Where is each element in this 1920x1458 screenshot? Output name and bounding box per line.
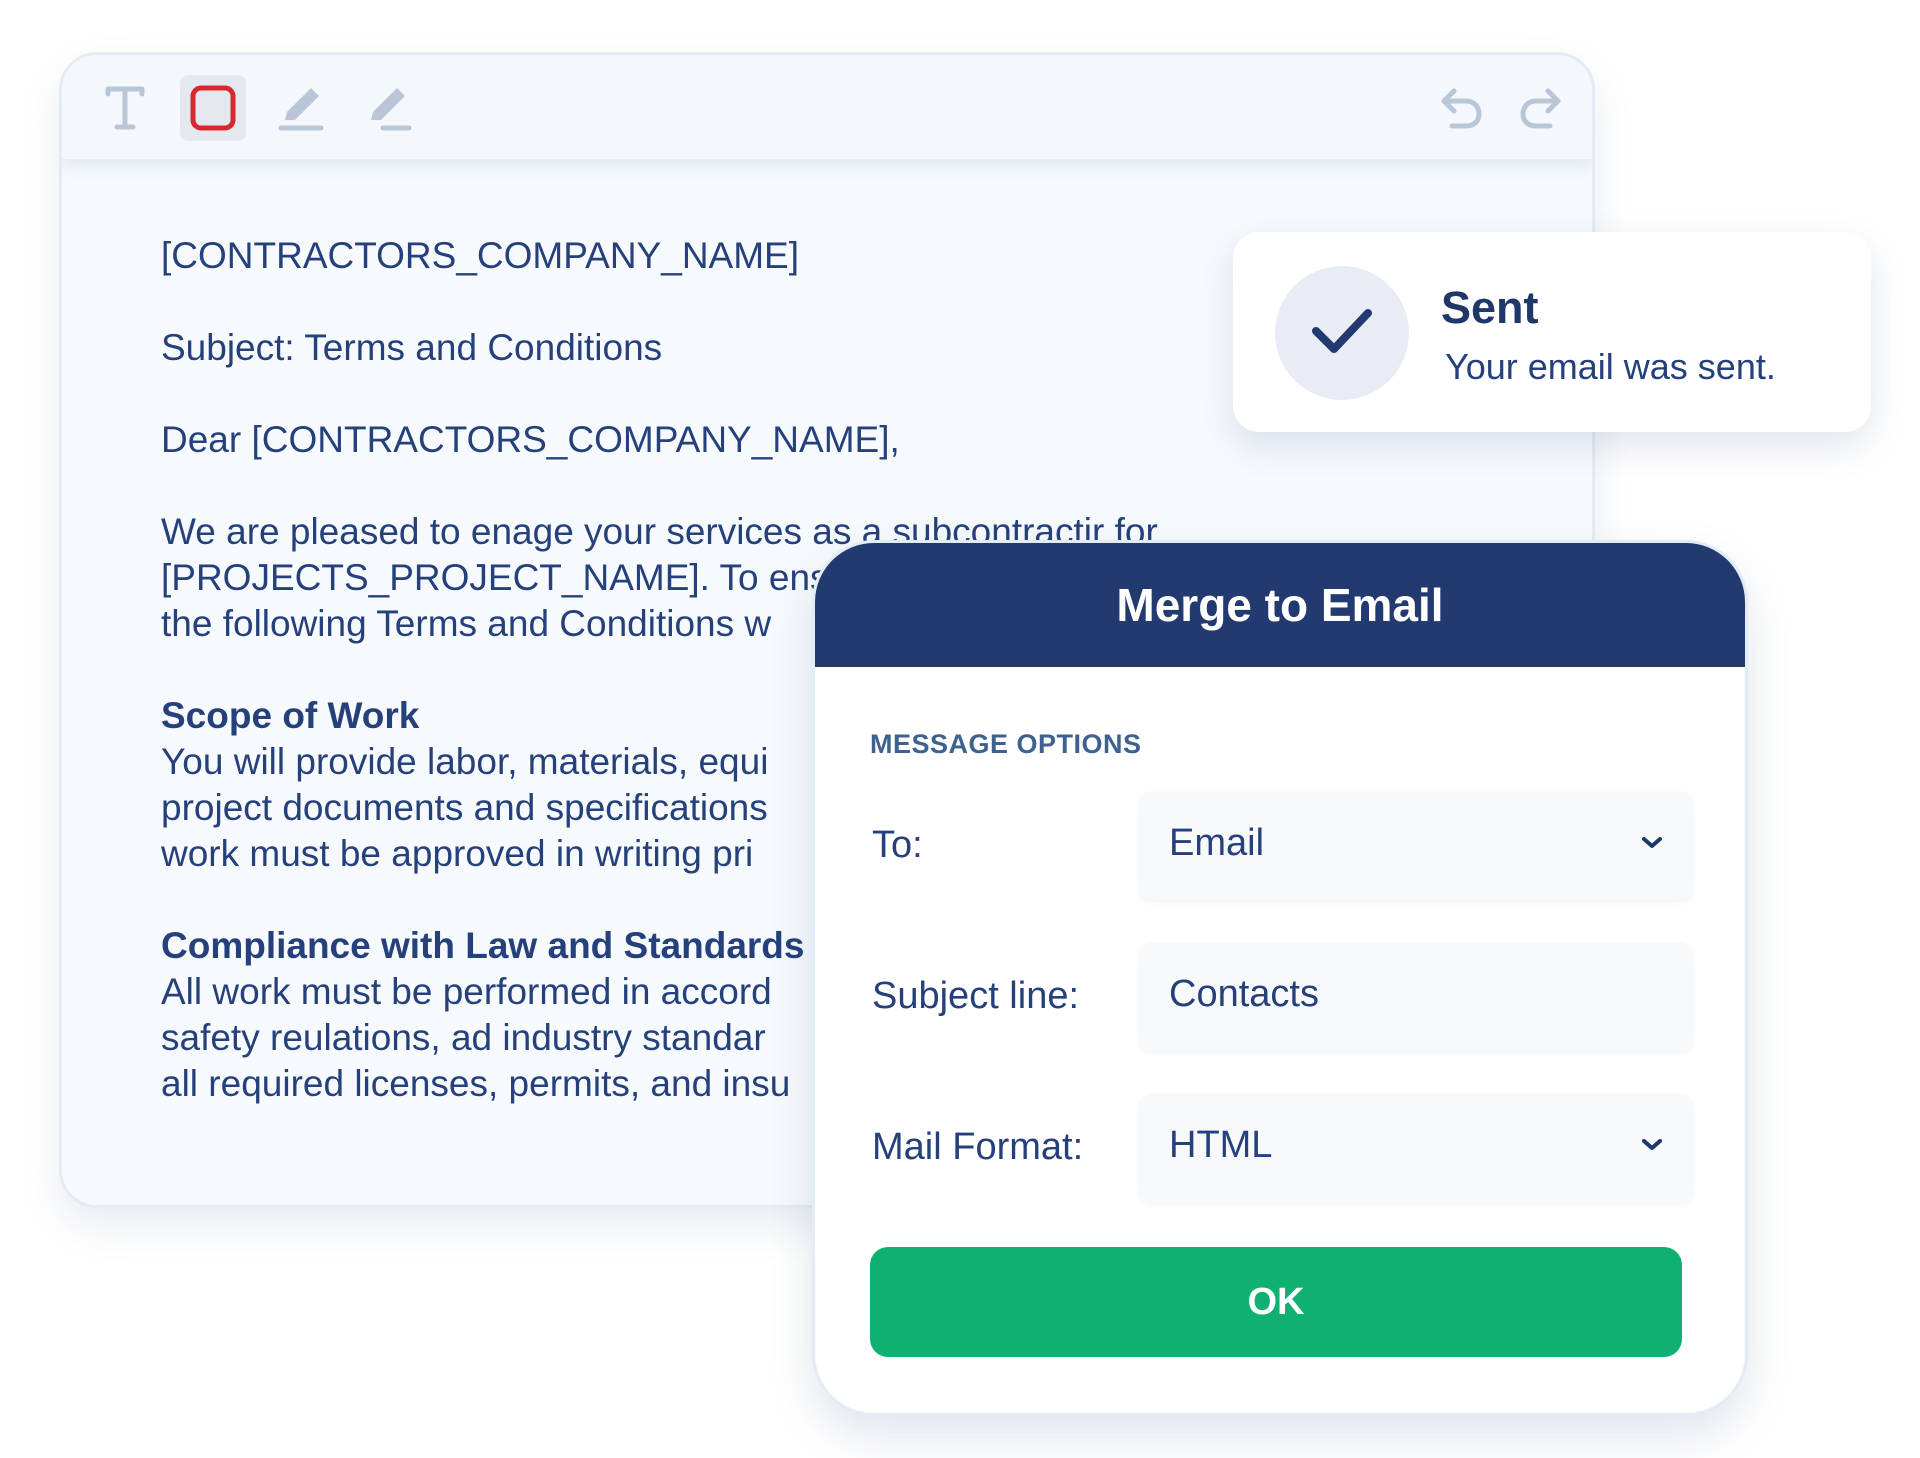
subject-line-label: Subject line: [872,975,1080,1017]
chevron-down-icon [1639,1136,1665,1159]
rectangle-tool-button[interactable] [180,75,246,141]
greeting-line: Dear [CONTRACTORS_COMPANY_NAME], [161,419,900,460]
subject-line-value: Contacts [1169,973,1319,1015]
redo-button[interactable] [1508,75,1574,141]
checkmark-badge [1275,266,1409,400]
sent-toast: Sent Your email was sent. [1233,232,1871,432]
rectangle-tool-icon [189,84,237,132]
mail-format-label: Mail Format: [872,1126,1084,1168]
subject-line-input[interactable]: Contacts [1139,943,1693,1051]
scope-body: You will provide labor, materials, equi … [161,741,769,874]
to-label: To: [872,824,923,866]
pen-tool-button[interactable] [268,75,334,141]
editor-toolbar [62,55,1592,160]
toast-title: Sent [1441,282,1539,333]
subject-line: Subject: Terms and Conditions [161,327,663,368]
redo-icon [1516,83,1566,133]
to-select-value: Email [1169,822,1265,864]
mail-format-select[interactable]: HTML [1139,1094,1693,1202]
message-options-label: MESSAGE OPTIONS [870,729,1142,759]
undo-icon [1436,83,1486,133]
company-line: [CONTRACTORS_COMPANY_NAME] [161,235,799,276]
ok-button[interactable]: OK [870,1247,1682,1357]
text-tool-button[interactable] [92,75,158,141]
compliance-body: All work must be performed in accord saf… [161,971,791,1104]
text-tool-icon [103,84,147,132]
highlighter-tool-button[interactable] [356,75,422,141]
toast-message: Your email was sent. [1445,346,1776,387]
pen-tool-icon [275,82,327,134]
mail-format-value: HTML [1169,1124,1273,1166]
merge-to-email-dialog: Merge to Email MESSAGE OPTIONS To: Email… [812,540,1748,1416]
highlighter-tool-icon [363,82,415,134]
to-select[interactable]: Email [1139,792,1693,900]
undo-button[interactable] [1428,75,1494,141]
checkmark-icon [1310,305,1374,362]
chevron-down-icon [1639,834,1665,857]
dialog-title: Merge to Email [815,543,1745,667]
